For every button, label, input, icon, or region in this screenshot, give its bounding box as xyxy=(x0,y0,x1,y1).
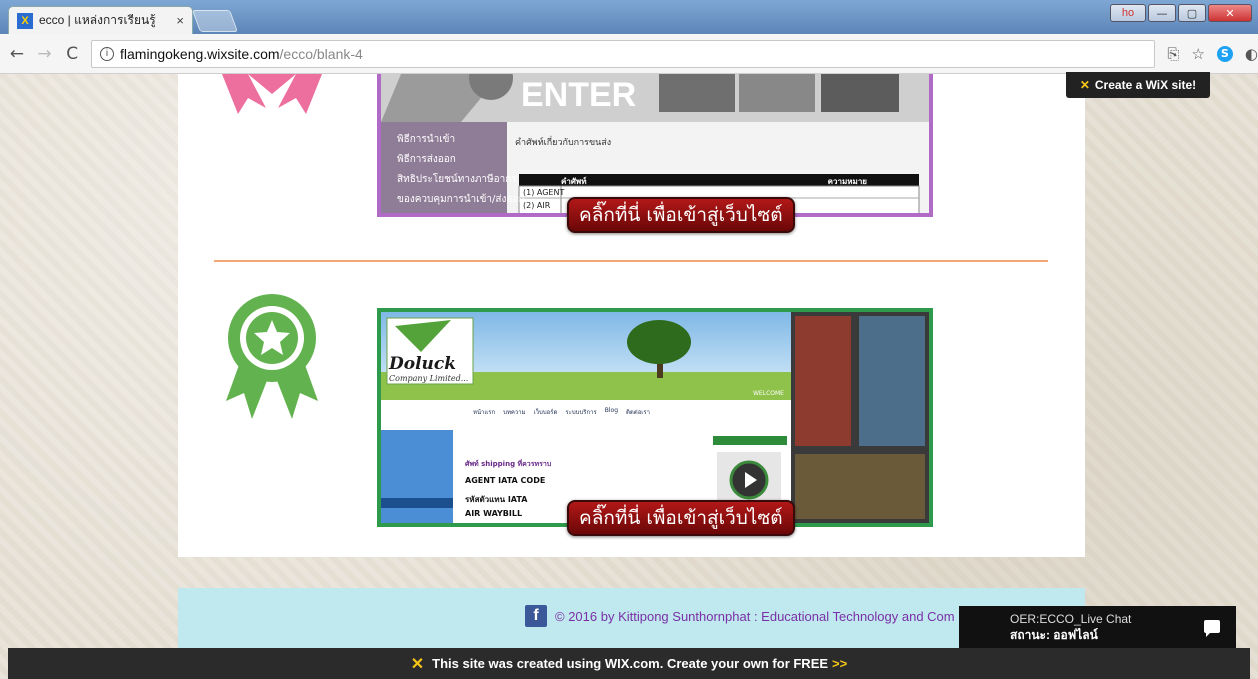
preview-2-item: AIR WAYBILL xyxy=(465,509,523,518)
website-preview-2[interactable]: Doluck Company Limited... WELCOME หน้าแร… xyxy=(377,308,933,527)
preview-2-nav-item: ติดต่อเรา xyxy=(626,409,650,416)
preview-2-nav-item: ระบบบริการ xyxy=(565,409,597,416)
info-icon[interactable]: i xyxy=(100,46,115,61)
preview-1-table-header-cell: คำศัพท์ xyxy=(561,177,587,186)
enter-website-button-2[interactable]: คลิ๊กที่นี่ เพื่อเข้าสู่เว็บไซต์ xyxy=(567,500,795,536)
back-arrow-icon[interactable]: ← xyxy=(6,44,28,64)
preview-1-table-header: คำศัพท์ ความหมาย xyxy=(561,175,917,188)
create-wix-site-button[interactable]: ✕ Create a WiX site! xyxy=(1066,72,1210,98)
wix-logo-icon: ✕ xyxy=(410,655,425,673)
enter-website-button-1[interactable]: คลิ๊กที่นี่ เพื่อเข้าสู่เว็บไซต์ xyxy=(567,197,795,233)
browser-tab[interactable]: X ecco | แหล่งการเรียนรู้ × xyxy=(8,6,193,34)
new-tab-button[interactable] xyxy=(191,10,239,32)
preview-1-table-header-cell: ความหมาย xyxy=(827,177,867,186)
wix-banner-arrows: >> xyxy=(832,656,848,671)
skype-extension-icon[interactable]: S xyxy=(1216,45,1233,62)
live-chat-widget[interactable]: OER:ECCO_Live Chat สถานะ: ออฟไลน์ xyxy=(959,606,1236,650)
extension-icon[interactable]: ◐ xyxy=(1245,45,1258,63)
url-host: flamingokeng.wixsite.com xyxy=(120,45,280,62)
footer-copyright: © 2016 by Kittipong Sunthornphat : Educa… xyxy=(555,608,955,624)
preview-2-nav-item: หน้าแรก xyxy=(473,409,496,416)
close-window-button[interactable]: ✕ xyxy=(1208,4,1252,22)
pink-award-ribbon-icon xyxy=(222,74,322,114)
wix-favicon-icon: X xyxy=(17,12,33,29)
footer-content: f © 2016 by Kittipong Sunthornphat : Edu… xyxy=(525,605,955,627)
wix-promo-banner[interactable]: ✕ This site was created using WIX.com. C… xyxy=(8,648,1250,679)
browser-titlebar: X ecco | แหล่งการเรียนรู้ × ho — ▢ ✕ xyxy=(0,0,1258,34)
preview-2-nav-item: เว็บบอร์ด xyxy=(533,409,558,416)
chat-bubble-icon[interactable] xyxy=(1204,620,1220,637)
bookmark-star-icon[interactable]: ☆ xyxy=(1191,45,1204,63)
preview-2-item: รหัสตัวแทน IATA xyxy=(465,495,528,504)
wix-banner-text: This site was created using WIX.com. Cre… xyxy=(432,656,829,671)
preview-2-nav: หน้าแรก บทความ เว็บบอร์ด ระบบบริการ Blog… xyxy=(473,407,650,417)
facebook-icon[interactable]: f xyxy=(525,605,547,627)
website-preview-1[interactable]: ENTER คำศัพท์เกี่ยวกับการขนส่ง พิธีการนำ… xyxy=(377,74,933,217)
tab-close-icon[interactable]: × xyxy=(176,13,184,28)
profile-button[interactable]: ho xyxy=(1110,4,1146,22)
preview-2-nav-item: Blog xyxy=(604,407,618,414)
live-chat-name: OER:ECCO_Live Chat xyxy=(1010,612,1132,626)
preview-1-menu-item: ของควบคุมการนำเข้า/ส่งออก xyxy=(397,194,525,205)
preview-2-logo: Doluck xyxy=(389,354,457,374)
tab-title: ecco | แหล่งการเรียนรู้ xyxy=(39,13,156,27)
reload-icon[interactable]: C xyxy=(61,44,83,64)
window-controls: ho — ▢ ✕ xyxy=(1110,4,1252,22)
browser-toolbar: ← → C i flamingokeng.wixsite.com /ecco/b… xyxy=(0,34,1258,74)
preview-2-art xyxy=(381,312,929,523)
preview-1-table-row: (2) AIR xyxy=(523,201,551,210)
preview-1-menu-item: พิธีการส่งออก xyxy=(397,154,456,165)
section-divider xyxy=(214,260,1048,262)
address-bar[interactable]: i flamingokeng.wixsite.com /ecco/blank-4 xyxy=(91,39,1156,68)
preview-1-table-row: (1) AGENT xyxy=(523,188,565,197)
preview-1-menu-item: สิทธิประโยชน์ทางภาษีอากร xyxy=(397,174,517,185)
create-wix-site-label: Create a WiX site! xyxy=(1094,78,1197,92)
maximize-button[interactable]: ▢ xyxy=(1178,4,1206,22)
preview-2-nav-item: บทความ xyxy=(503,409,526,416)
preview-1-menu-item: พิธีการนำเข้า xyxy=(397,134,456,145)
toolbar-icons: ⎘ ☆ S ◐ xyxy=(1167,45,1258,63)
forward-arrow-icon[interactable]: → xyxy=(34,44,56,64)
preview-1-center-text: ENTER xyxy=(521,76,637,114)
preview-2-welcome: WELCOME xyxy=(753,390,784,397)
translate-icon[interactable]: ⎘ xyxy=(1167,45,1179,63)
url-path: /ecco/blank-4 xyxy=(279,45,363,62)
wix-logo-icon: ✕ xyxy=(1079,78,1090,92)
preview-2-logo-sub: Company Limited... xyxy=(389,374,469,383)
preview-1-menu: พิธีการนำเข้า พิธีการส่งออก สิทธิประโยชน… xyxy=(397,130,524,210)
preview-1-heading: คำศัพท์เกี่ยวกับการขนส่ง xyxy=(515,138,612,148)
preview-2-item: AGENT IATA CODE xyxy=(465,476,546,485)
green-award-ribbon-icon xyxy=(226,294,318,419)
live-chat-status: สถานะ: ออฟไลน์ xyxy=(1010,628,1098,642)
minimize-button[interactable]: — xyxy=(1148,4,1176,22)
preview-2-item: ศัพท์ shipping ที่ควรทราบ xyxy=(465,460,552,468)
